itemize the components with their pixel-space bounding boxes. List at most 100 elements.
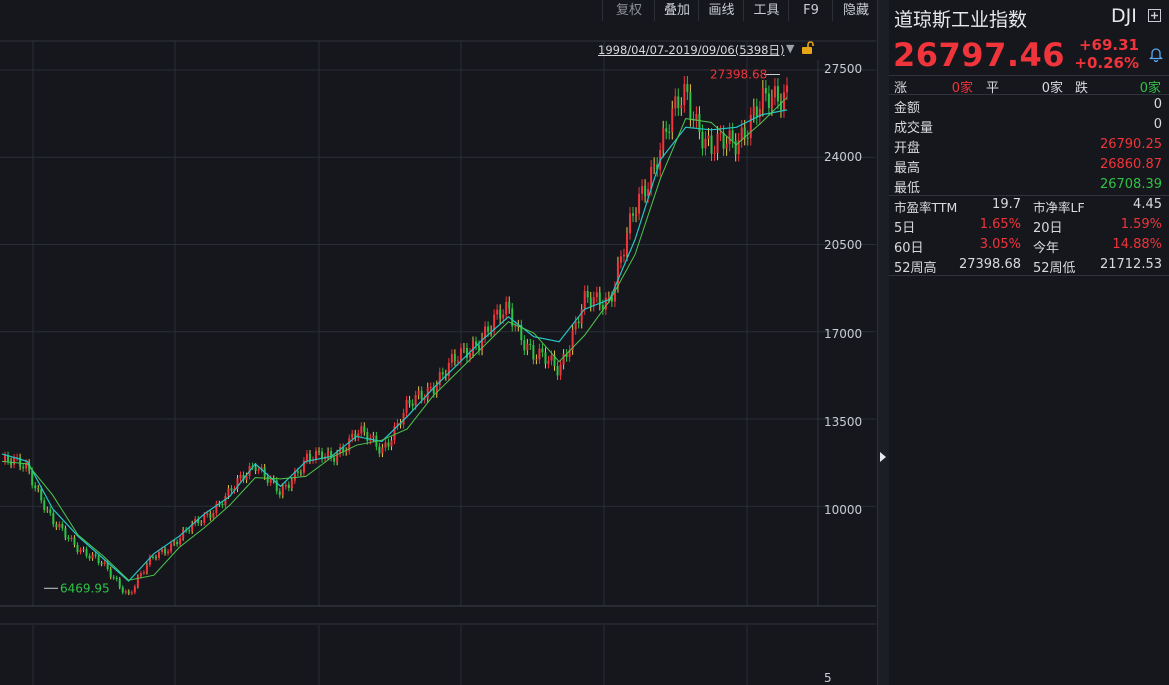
price-chart[interactable]: 27398.68 6469.95 [0, 0, 877, 685]
candle-body [710, 135, 713, 154]
price-change-percent: +0.26% [1074, 54, 1139, 72]
candle-body [523, 340, 526, 351]
candle-body [145, 564, 148, 573]
candle-body [188, 530, 191, 532]
candle-body [716, 133, 719, 153]
candle-body [381, 447, 384, 454]
candle-body [61, 523, 64, 529]
quote-panel: 道琼斯工业指数 DJI 26797.46 +69.31 +0.26% 涨 0家 … [889, 0, 1169, 685]
candle-body [315, 450, 317, 460]
week52-low-label: 52周低 [1033, 261, 1076, 276]
unlock-icon[interactable] [801, 41, 815, 55]
candle-body [230, 488, 233, 491]
candle-body [167, 551, 170, 554]
candle-body [786, 85, 788, 93]
date-range-label[interactable]: 1998/04/07-2019/09/06(5398日) [598, 42, 784, 58]
candle-body [475, 341, 478, 346]
candle-body [55, 524, 58, 528]
candle-body [142, 572, 145, 574]
candle-body [535, 359, 538, 361]
candle-body [387, 442, 390, 447]
candle-body [695, 113, 698, 121]
candle-body [453, 354, 456, 361]
candle-body [79, 549, 82, 552]
range-dropdown-icon[interactable]: ▼ [786, 42, 794, 55]
candle-body [429, 386, 432, 388]
candle-body [221, 503, 224, 506]
candle-body [173, 541, 176, 544]
week52-high-value: 27398.68 [958, 257, 1021, 272]
candle-body [502, 314, 505, 319]
high-label: 最高 [894, 161, 921, 176]
y-tick-label: 17000 [824, 327, 863, 341]
candle-body [459, 348, 462, 361]
candle-body [366, 431, 369, 441]
candle-body [212, 513, 215, 518]
candle-body [151, 556, 154, 558]
candle-body [67, 537, 70, 539]
candle-body [411, 403, 414, 406]
candle-body [622, 254, 625, 257]
candle-body [707, 135, 710, 139]
expand-panel-icon[interactable] [879, 451, 887, 463]
candle-body [179, 538, 182, 545]
candle-body [73, 537, 76, 545]
candle-body [327, 451, 330, 457]
candle-body [414, 395, 417, 406]
candle-body [360, 426, 363, 434]
candle-body [731, 130, 734, 141]
candle-body [296, 471, 299, 473]
candle-body [254, 466, 257, 471]
candle-body [541, 348, 544, 353]
price-alert-bell-icon[interactable] [1149, 47, 1163, 62]
candle-body [713, 152, 716, 154]
low-label: 最低 [894, 181, 921, 196]
week52-low-value: 21712.53 [1099, 257, 1162, 272]
candle-body [266, 476, 269, 483]
candle-body [284, 484, 287, 487]
amount-value: 0 [1153, 97, 1162, 112]
candle-body [70, 537, 73, 539]
candle-body [290, 480, 293, 488]
candle-body [372, 435, 375, 438]
candle-body [161, 549, 164, 552]
candle-body [351, 433, 354, 439]
week52-high-label: 52周高 [894, 261, 937, 276]
candle-body [456, 360, 459, 362]
candle-body [586, 291, 589, 298]
candle-body [556, 366, 559, 376]
candle-body [595, 292, 598, 298]
candle-body [574, 321, 577, 330]
candle-body [665, 128, 668, 132]
candle-body [662, 128, 665, 151]
candle-body [64, 528, 67, 538]
candle-body [770, 97, 773, 109]
price-change: +69.31 [1078, 36, 1139, 54]
candle-body [40, 489, 43, 501]
add-watchlist-icon[interactable] [1148, 9, 1161, 22]
candle-body [668, 131, 671, 133]
candle-body [562, 353, 565, 365]
candle-body [43, 500, 46, 510]
pb-value: 4.45 [1133, 197, 1162, 212]
candle-body [88, 555, 91, 559]
high-value: 26860.87 [1099, 157, 1162, 172]
candle-body [299, 472, 302, 474]
candle-body [203, 514, 206, 523]
sub-chart-tick-label: 5 [824, 671, 832, 685]
candle-body [674, 96, 677, 109]
candle-body [493, 314, 496, 331]
candle-body [529, 343, 532, 346]
y-tick-label: 13500 [824, 415, 863, 429]
candle-body [547, 360, 550, 364]
candle-body [514, 326, 517, 328]
candle-body [505, 301, 508, 315]
candle-body [49, 509, 52, 514]
change-20d-label: 20日 [1033, 221, 1063, 236]
candle-body [287, 484, 290, 488]
candle-body [115, 577, 118, 580]
candle-body [734, 140, 737, 155]
candle-body [91, 554, 94, 559]
candle-body [58, 523, 61, 528]
candle-body [641, 185, 644, 194]
